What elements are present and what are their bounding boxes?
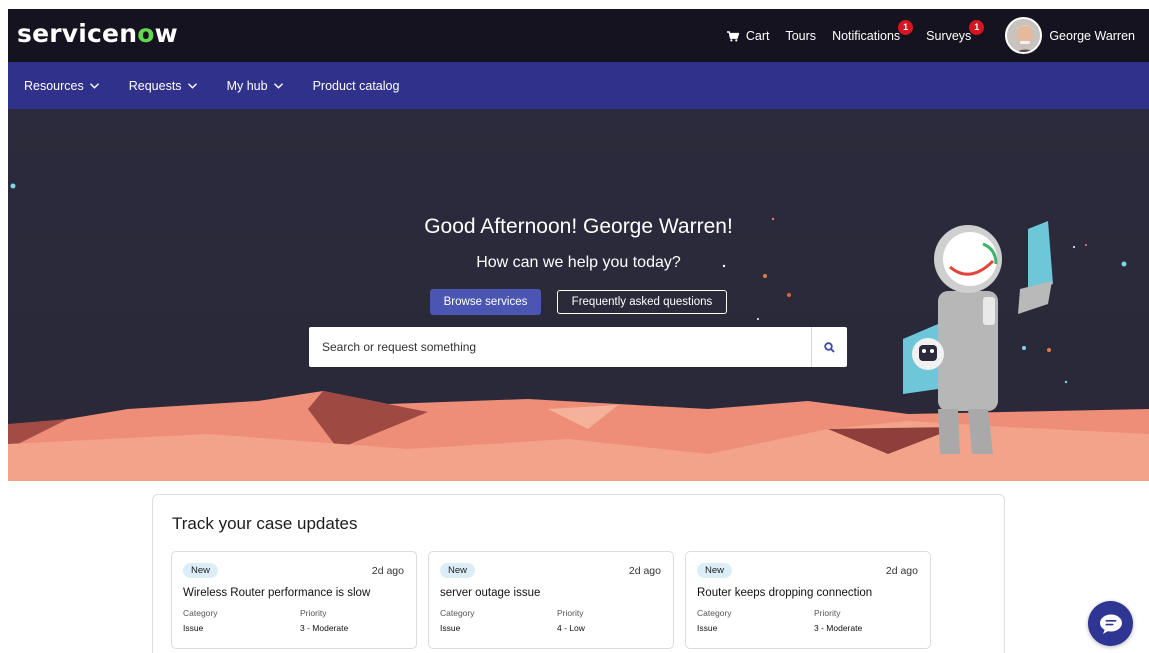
category-label: Category [440,608,475,618]
nav-product-catalog[interactable]: Product catalog [313,79,400,93]
faq-button[interactable]: Frequently asked questions [557,290,727,314]
category-label: Category [183,608,218,618]
case-age: 2d ago [371,565,404,577]
priority-label: Priority [557,608,584,618]
main-nav: Resources Requests My hub Product catalo… [8,62,1149,109]
status-badge: New [440,563,476,578]
header-links: Cart Tours Notifications 1 Surveys 1 Geo… [726,9,1149,62]
avatar-photo [1007,19,1041,52]
case-card[interactable]: New 2d ago Wireless Router performance i… [171,551,417,649]
tours-label: Tours [785,28,817,43]
priority-label: Priority [814,608,841,618]
notifications-badge: 1 [898,19,914,35]
search-button[interactable] [811,327,847,367]
priority-value: 3 - Moderate [814,623,863,633]
hero-banner: Good Afternoon! George Warren! How can w… [8,109,1149,481]
nav-requests[interactable]: Requests [129,79,197,93]
greeting-heading: Good Afternoon! George Warren! [424,215,733,238]
nav-product-catalog-label: Product catalog [312,78,400,93]
surveys-badge: 1 [969,19,985,35]
case-updates-panel: Track your case updates New 2d ago Wirel… [152,494,1005,653]
chat-button[interactable] [1088,601,1133,646]
cart-label: Cart [745,28,770,43]
nav-requests-label: Requests [128,78,182,93]
category-label: Category [697,608,732,618]
chevron-down-icon [89,82,99,89]
surveys-label: Surveys [926,28,972,43]
nav-my-hub-label: My hub [226,78,268,93]
surveys-link[interactable]: Surveys 1 [926,19,985,43]
category-value: Issue [440,623,461,633]
search-icon [824,341,835,353]
case-title: Router keeps dropping connection [697,587,873,599]
chevron-down-icon [187,82,197,89]
priority-label: Priority [300,608,327,618]
priority-value: 4 - Low [557,623,585,633]
browse-services-button[interactable]: Browse services [430,289,541,315]
tours-link[interactable]: Tours [785,29,816,43]
search-input[interactable] [309,327,811,367]
priority-value: 3 - Moderate [300,623,349,633]
avatar[interactable] [1005,17,1043,54]
chat-icon [1099,614,1122,634]
status-badge: New [697,563,733,578]
top-header: servicenow Cart Tours Notifications 1 Su… [8,9,1149,62]
case-updates-title: Track your case updates [172,514,358,533]
category-value: Issue [697,623,718,633]
search-bar [309,327,847,367]
cart-icon [726,30,739,41]
servicenow-logo[interactable]: servicenow [17,19,178,48]
case-card[interactable]: New 2d ago Router keeps dropping connect… [685,551,931,649]
case-card[interactable]: New 2d ago server outage issue Category … [428,551,674,649]
case-age: 2d ago [628,565,661,577]
case-title: Wireless Router performance is slow [183,587,371,599]
cart-link[interactable]: Cart [726,28,770,43]
case-age: 2d ago [885,565,918,577]
chevron-down-icon [273,82,283,89]
nav-resources-label: Resources [24,78,84,93]
nav-my-hub[interactable]: My hub [227,79,283,93]
portal-window: servicenow Cart Tours Notifications 1 Su… [8,9,1149,653]
help-subtitle: How can we help you today? [476,254,681,271]
notifications-label: Notifications [832,28,901,43]
category-value: Issue [183,623,204,633]
user-name[interactable]: George Warren [1049,29,1135,43]
notifications-link[interactable]: Notifications 1 [832,19,914,43]
case-title: server outage issue [440,587,541,599]
status-badge: New [183,563,219,578]
nav-resources[interactable]: Resources [24,79,99,93]
